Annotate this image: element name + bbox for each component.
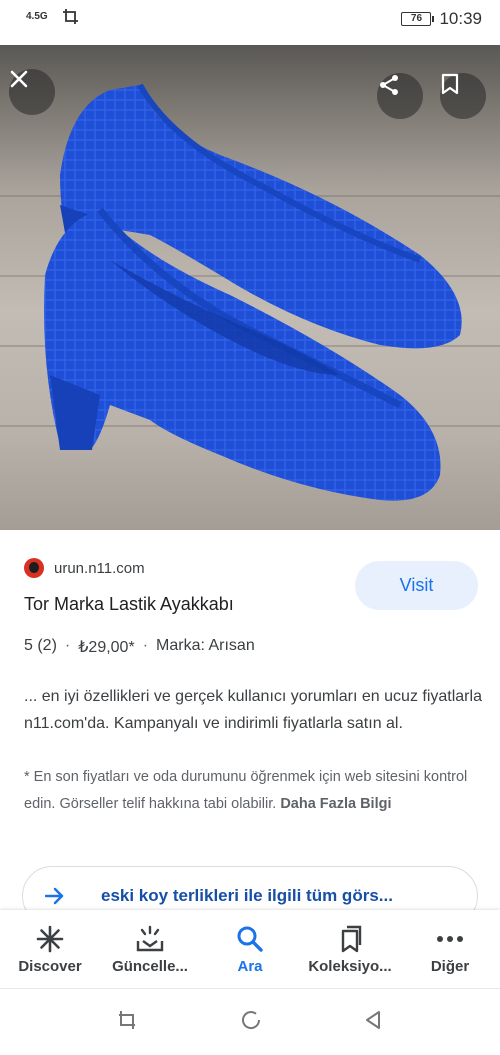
back-button[interactable] [363, 1009, 383, 1036]
nav-label: Discover [18, 958, 82, 975]
learn-more-link[interactable]: Daha Fazla Bilgi [280, 796, 391, 812]
result-meta: 5 (2) · ₺29,00* · Marka: Arısan [24, 637, 255, 657]
source-favicon-icon [24, 558, 44, 578]
visit-button[interactable]: Visit [355, 561, 478, 610]
bookmark-icon [441, 73, 459, 95]
system-navigation [0, 988, 500, 1055]
brand: Marka: Arısan [156, 637, 255, 654]
rating: 5 (2) [24, 637, 57, 654]
more-icon [436, 924, 464, 954]
related-search-text: eski koy terlikleri ile ilgili tüm görs.… [101, 886, 393, 905]
network-indicator: 4.5G [26, 11, 48, 22]
separator: · [142, 637, 149, 654]
price: ₺29,00* [78, 639, 135, 656]
result-title[interactable]: Tor Marka Lastik Ayakkabı [24, 594, 234, 615]
home-button[interactable] [239, 1008, 263, 1037]
status-bar: 4.5G 76 10:39 [0, 0, 500, 38]
nav-discover[interactable]: Discover [0, 924, 100, 988]
bookmarks-icon [337, 924, 363, 954]
nav-collections[interactable]: Koleksiyo... [300, 924, 400, 988]
recents-button[interactable] [117, 1009, 139, 1036]
copyright-note-text: * En son fiyatları ve oda durumunu öğren… [24, 769, 468, 812]
close-button[interactable] [9, 69, 55, 115]
source-row[interactable]: urun.n11.com [24, 558, 145, 578]
home-icon [242, 1010, 261, 1029]
screenshot-icon [62, 8, 80, 31]
nav-label: Koleksiyo... [308, 958, 392, 975]
nav-more[interactable]: Diğer [400, 924, 500, 988]
clock: 10:39 [439, 9, 482, 28]
close-icon [10, 70, 28, 88]
search-icon [236, 924, 264, 954]
source-domain: urun.n11.com [54, 559, 145, 577]
shoes-illustration [44, 83, 462, 501]
share-icon [380, 75, 398, 95]
result-description: ... en iyi özellikleri ve gerçek kullanı… [24, 688, 482, 732]
copyright-note: * En son fiyatları ve oda durumunu öğren… [24, 764, 484, 818]
nav-label: Güncelle... [112, 958, 188, 975]
share-button[interactable] [377, 73, 423, 119]
nav-label: Ara [237, 958, 263, 975]
recents-icon [119, 1010, 135, 1029]
battery-icon: 76 [401, 12, 435, 26]
nav-search[interactable]: Ara [200, 924, 300, 988]
separator: · [64, 637, 71, 654]
bottom-navigation: Discover Güncelle... Ara Koleksiyo... Di… [0, 910, 500, 988]
nav-label: Diğer [430, 958, 470, 975]
product-image[interactable] [0, 45, 500, 530]
asterisk-icon [36, 924, 64, 954]
updates-icon [135, 924, 165, 954]
arrow-right-icon [45, 887, 64, 905]
save-button[interactable] [440, 73, 486, 119]
back-icon [366, 1010, 380, 1029]
nav-updates[interactable]: Güncelle... [100, 924, 200, 988]
